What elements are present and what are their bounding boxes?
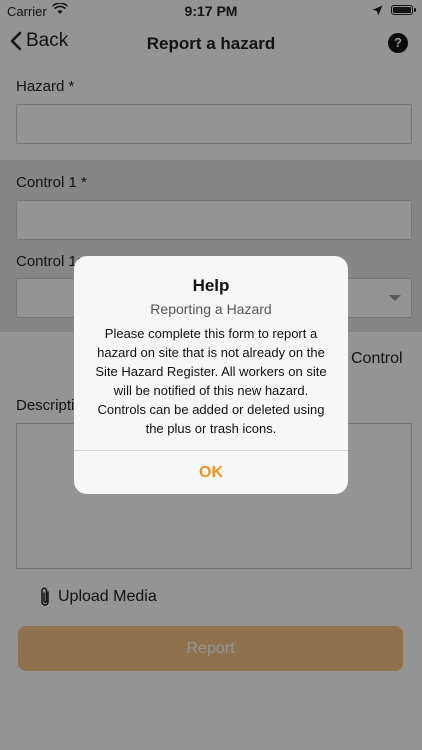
ok-button[interactable]: OK: [74, 451, 348, 494]
alert-subtitle: Reporting a Hazard: [150, 301, 272, 317]
alert-message: Please complete this form to report a ha…: [95, 326, 327, 436]
alert-title: Help: [192, 276, 230, 295]
help-alert-dialog: Help Reporting a Hazard Please complete …: [74, 256, 348, 494]
